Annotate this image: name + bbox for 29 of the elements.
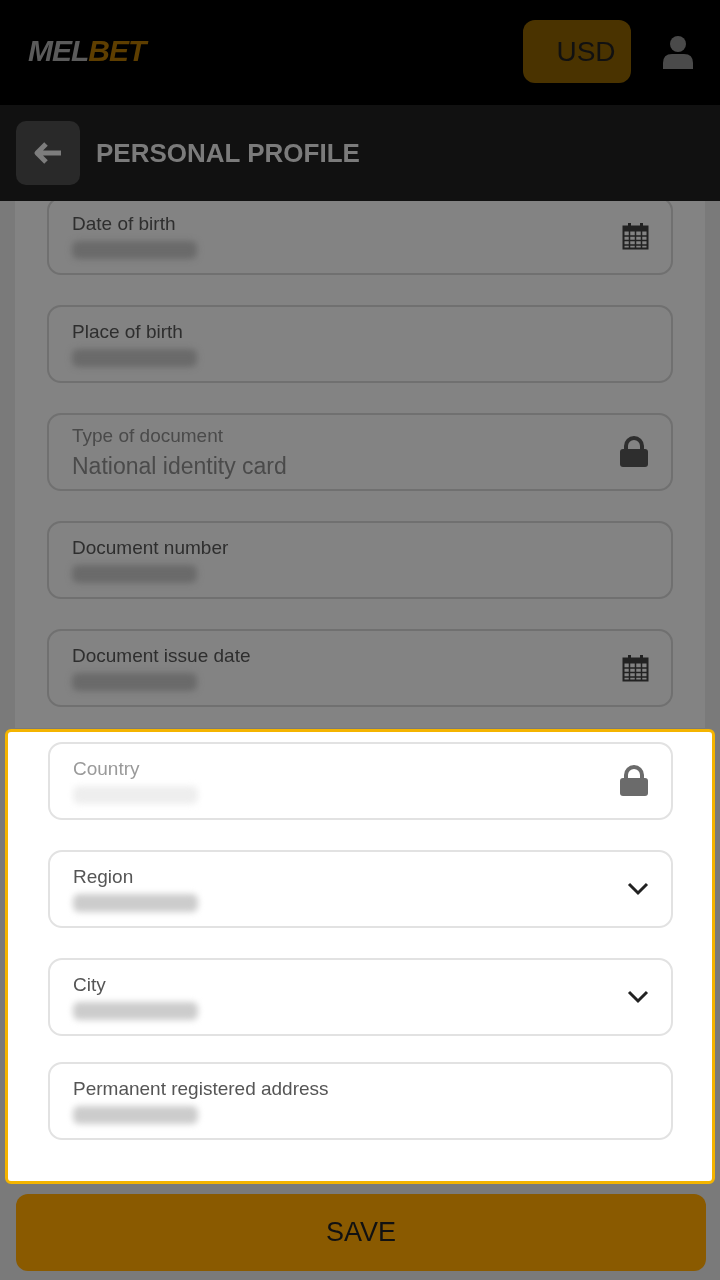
form-field[interactable]: City [48,958,673,1036]
field-value: National identity card [72,452,288,480]
field-label: Document number [72,537,230,559]
chevron-down-icon [627,990,649,1004]
calendar-icon [622,222,649,250]
form-field[interactable]: Place of birth [47,305,673,383]
field-label: Permanent registered address [73,1078,330,1100]
field-label: Type of document [72,424,225,447]
lock-icon [619,765,649,797]
form-field[interactable]: Document issue date [47,629,673,707]
form-field[interactable]: Document number [47,521,673,599]
form-field[interactable]: Date of birth [47,201,673,275]
form-field[interactable]: Permanent registered address [48,1062,673,1140]
form-field[interactable]: Region [48,850,673,928]
page-title: PERSONAL PROFILE [96,137,360,169]
logo[interactable]: MELBET [28,33,146,68]
field-label: Document issue date [72,645,252,667]
field-label: Region [73,866,135,888]
back-arrow-icon [33,141,63,165]
lock-icon [619,436,649,468]
save-button[interactable]: SAVE [16,1194,706,1271]
field-label: City [73,974,107,996]
calendar-icon [622,654,649,682]
user-icon [661,34,694,69]
field-label: Country [73,758,141,780]
field-label: Date of birth [72,213,177,235]
chevron-down-icon [627,882,649,896]
back-button[interactable] [16,121,80,185]
field-label: Place of birth [72,321,184,343]
